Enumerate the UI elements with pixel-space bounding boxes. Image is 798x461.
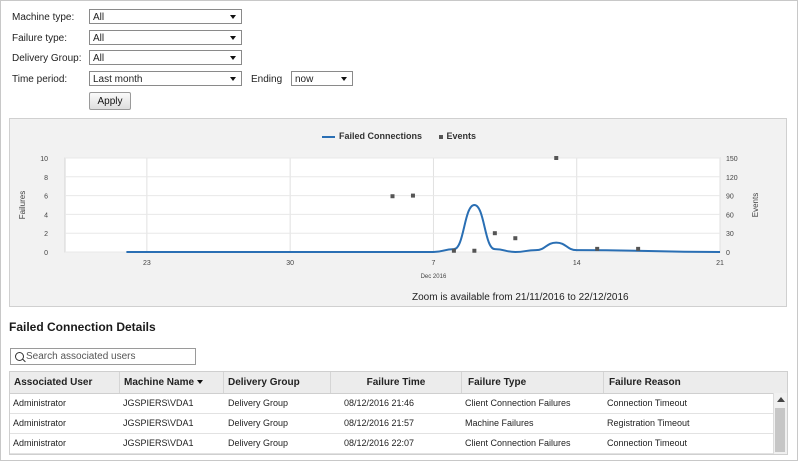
- y-tick-label: 6: [44, 194, 48, 201]
- events-point: [410, 193, 415, 198]
- cell-failure-type: Machine Failures: [465, 418, 534, 428]
- x-tick-label: 14: [573, 260, 581, 267]
- ending-value: now: [295, 74, 314, 85]
- y-right-tick-label: 150: [726, 156, 738, 163]
- search-input[interactable]: [26, 350, 191, 363]
- chart-plot[interactable]: 23 30 7 14 21Dec 201602468100306090120150Fai…: [10, 119, 788, 308]
- column-header-failure-time[interactable]: Failure Time: [331, 372, 462, 393]
- plot-area: [64, 157, 721, 253]
- cell-failure-reason: Connection Timeout: [607, 438, 688, 448]
- table-header: Associated User Machine Name Delivery Gr…: [10, 372, 787, 394]
- failure-type-label: Failure type:: [12, 33, 68, 44]
- time-period-select[interactable]: Last month: [89, 71, 242, 86]
- y-right-tick-label: 90: [726, 194, 734, 201]
- cell-failure-time: 08/12/2016 21:57: [344, 418, 415, 428]
- y-tick-label: 8: [44, 175, 48, 182]
- apply-button[interactable]: Apply: [89, 92, 131, 110]
- cell-machine-name: JGSPIERS\VDA1: [123, 418, 194, 428]
- chevron-down-icon: [230, 15, 236, 19]
- cell-failure-type: Client Connection Failures: [465, 398, 571, 408]
- time-period-label: Time period:: [12, 74, 68, 85]
- events-point: [636, 246, 641, 251]
- y-tick-label: 10: [40, 156, 48, 163]
- y-tick-label: 0: [44, 250, 48, 257]
- cell-failure-reason: Connection Timeout: [607, 398, 688, 408]
- failure-type-value: All: [93, 33, 105, 44]
- y-right-tick-label: 60: [726, 212, 734, 219]
- time-period-value: Last month: [93, 74, 143, 85]
- y-right-tick-label: 30: [726, 231, 734, 238]
- chevron-down-icon: [230, 56, 236, 60]
- cell-associated-user: Administrator: [13, 418, 67, 428]
- cell-delivery-group: Delivery Group: [228, 418, 289, 428]
- y-tick-label: 4: [44, 212, 48, 219]
- delivery-group-label: Delivery Group:: [12, 53, 82, 64]
- cell-associated-user: Administrator: [13, 398, 67, 408]
- chevron-down-icon: [341, 77, 347, 81]
- machine-type-value: All: [93, 12, 105, 23]
- ending-label: Ending: [251, 74, 283, 85]
- events-point: [472, 248, 477, 253]
- machine-type-label: Machine type:: [12, 12, 75, 23]
- table-row[interactable]: Administrator JGSPIERS\VDA1 Delivery Gro…: [10, 413, 774, 434]
- cell-failure-type: Client Connection Failures: [465, 438, 571, 448]
- y-tick-label: 2: [44, 231, 48, 238]
- details-table: Associated User Machine Name Delivery Gr…: [9, 371, 788, 455]
- events-point: [513, 236, 518, 241]
- search-box[interactable]: [10, 348, 196, 365]
- events-point: [492, 231, 497, 236]
- machine-type-select[interactable]: All: [89, 9, 242, 24]
- column-header-delivery-group[interactable]: Delivery Group: [224, 372, 331, 393]
- cell-failure-time: 08/12/2016 22:07: [344, 438, 415, 448]
- cell-failure-reason: Registration Timeout: [607, 418, 690, 428]
- cell-delivery-group: Delivery Group: [228, 398, 289, 408]
- events-point: [390, 194, 395, 199]
- failure-type-select[interactable]: All: [89, 30, 242, 45]
- column-header-machine-name-label: Machine Name: [124, 377, 195, 388]
- zoom-note: Zoom is available from 21/11/2016 to 22/…: [412, 292, 629, 303]
- y-right-axis-label: Events: [751, 193, 760, 217]
- column-header-associated-user[interactable]: Associated User: [10, 372, 120, 393]
- table-row[interactable]: Administrator JGSPIERS\VDA1 Delivery Gro…: [10, 393, 774, 414]
- x-sublabel: Dec 2016: [421, 274, 447, 280]
- y-right-tick-label: 120: [726, 175, 738, 182]
- column-header-machine-name[interactable]: Machine Name: [120, 372, 224, 393]
- events-point: [595, 246, 600, 251]
- ending-select[interactable]: now: [291, 71, 353, 86]
- search-icon: [15, 352, 24, 361]
- delivery-group-select[interactable]: All: [89, 50, 242, 65]
- table-scrollbar[interactable]: [773, 393, 787, 454]
- x-tick-label: 21: [716, 260, 724, 267]
- chevron-down-icon: [230, 77, 236, 81]
- column-header-failure-type[interactable]: Failure Type: [462, 372, 604, 393]
- cell-machine-name: JGSPIERS\VDA1: [123, 398, 194, 408]
- y-axis-label: Failures: [18, 191, 27, 219]
- x-tick-label: 23: [143, 260, 151, 267]
- section-title: Failed Connection Details: [9, 320, 156, 334]
- events-point: [554, 156, 559, 160]
- column-header-failure-reason[interactable]: Failure Reason: [604, 372, 787, 393]
- delivery-group-value: All: [93, 53, 105, 64]
- cell-machine-name: JGSPIERS\VDA1: [123, 438, 194, 448]
- y-right-tick-label: 0: [726, 250, 730, 257]
- scroll-thumb[interactable]: [775, 408, 785, 452]
- cell-delivery-group: Delivery Group: [228, 438, 289, 448]
- x-tick-label: 7: [431, 260, 435, 267]
- events-point: [451, 248, 456, 253]
- chart-panel[interactable]: Failed Connections Events 23 30 7 14 21 Dec 2…: [9, 118, 787, 307]
- sort-descending-icon: [197, 380, 204, 385]
- table-row[interactable]: Administrator JGSPIERS\VDA1 Delivery Gro…: [10, 433, 774, 454]
- scroll-up-arrow-icon[interactable]: [777, 397, 785, 402]
- cell-failure-time: 08/12/2016 21:46: [344, 398, 415, 408]
- chevron-down-icon: [230, 36, 236, 40]
- cell-associated-user: Administrator: [13, 438, 67, 448]
- x-tick-label: 30: [286, 260, 294, 267]
